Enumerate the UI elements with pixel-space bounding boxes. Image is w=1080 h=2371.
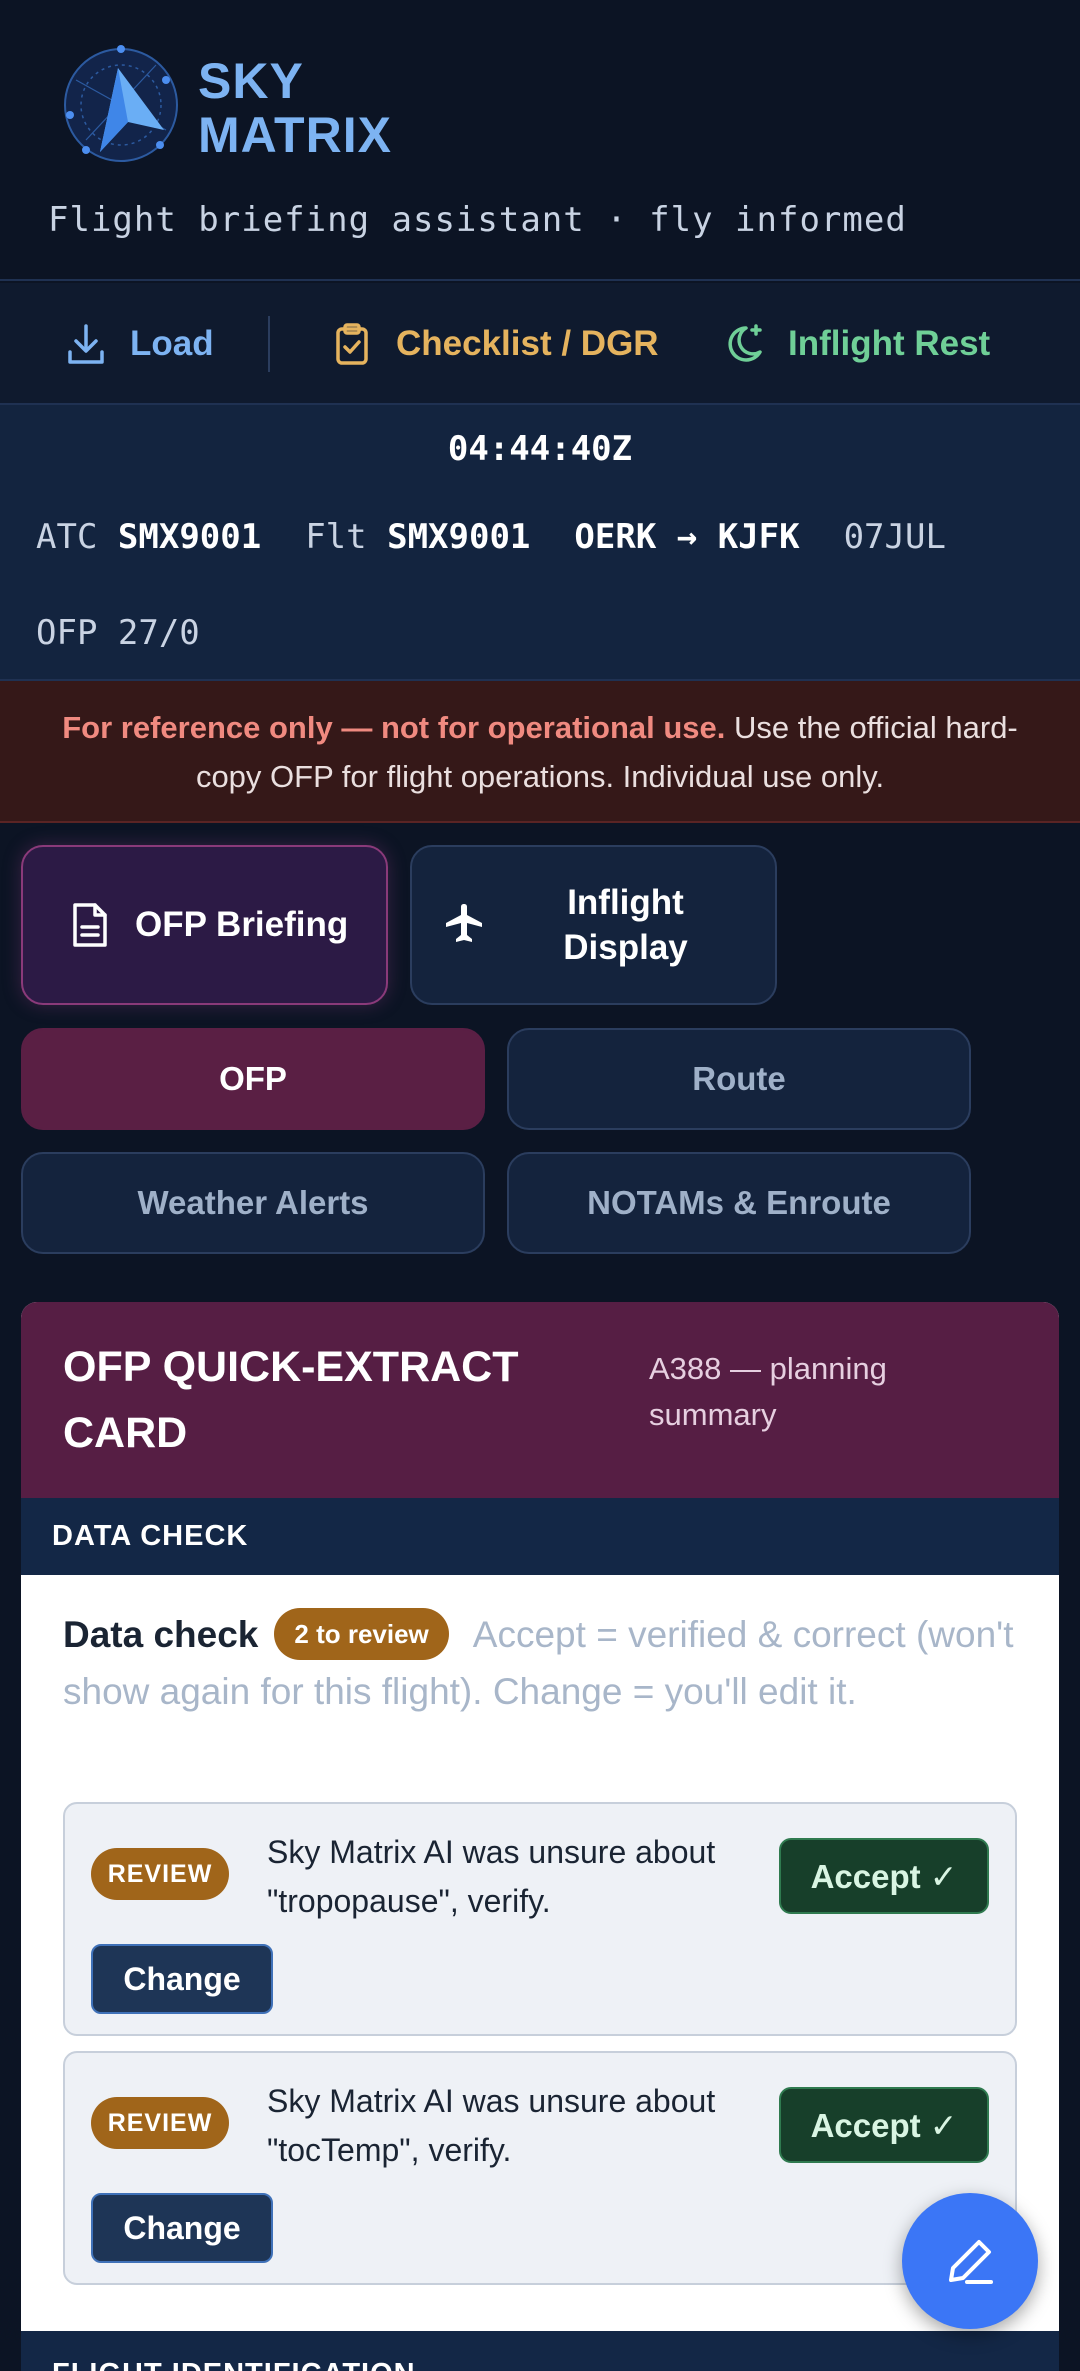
route-pair: OERK → KJFK — [574, 517, 800, 557]
review-item: REVIEW Sky Matrix AI was unsure about "t… — [63, 2051, 1017, 2285]
moon-sparkle-icon — [728, 324, 762, 362]
flight-date: 07JUL — [843, 517, 946, 557]
tab-notams-enroute[interactable]: NOTAMs & Enroute — [507, 1152, 971, 1254]
flight-summary-line: ATC SMX9001 Flt SMX9001 OERK → KJFK 07JUL — [36, 517, 946, 557]
accept-button[interactable]: Accept ✓ — [779, 1838, 989, 1914]
atc-label: ATC — [36, 517, 98, 557]
review-message: Sky Matrix AI was unsure about "tropopau… — [267, 1834, 716, 1919]
airplane-icon — [446, 904, 482, 942]
brand-line-1: SKY — [198, 53, 304, 109]
inflight-rest-label: Inflight Rest — [788, 324, 991, 363]
checklist-dgr-button[interactable]: Checklist / DGR — [332, 283, 659, 405]
change-button[interactable]: Change — [91, 2193, 273, 2263]
ofp-quick-extract-card: OFP QUICK-EXTRACT CARD A388 — planning s… — [21, 1302, 1059, 2371]
card-header: OFP QUICK-EXTRACT CARD A388 — planning s… — [21, 1302, 1059, 1498]
card-subtitle: A388 — planning summary — [649, 1351, 887, 1432]
pencil-icon — [949, 2240, 993, 2284]
load-button[interactable]: Load — [66, 283, 214, 405]
tab-route[interactable]: Route — [507, 1028, 971, 1130]
review-tag: REVIEW — [91, 1848, 229, 1900]
tagline: Flight briefing assistant · fly informed — [48, 200, 907, 240]
flight-info-panel: 04:44:40Z ATC SMX9001 Flt SMX9001 OERK → K… — [0, 405, 1080, 681]
disclaimer-banner: For reference only — not for operational… — [0, 681, 1080, 823]
sky-matrix-logo-icon — [64, 45, 178, 162]
ofp-briefing-label: OFP Briefing — [135, 905, 349, 944]
tab-weather-alerts[interactable]: Weather Alerts — [21, 1152, 485, 1254]
review-count-badge: 2 to review — [274, 1608, 449, 1660]
inflight-rest-button[interactable]: Inflight Rest — [724, 283, 990, 405]
section-header-data-check: DATA CHECK — [21, 1498, 1059, 1575]
section-header-flight-identification: FLIGHT IDENTIFICATION — [21, 2331, 1059, 2371]
brand-line-2: MATRIX — [198, 107, 392, 163]
brand-name: SKY MATRIX — [198, 54, 392, 162]
load-label: Load — [130, 324, 214, 363]
toolbar: Load Checklist / DGR Inflight Rest — [0, 283, 1080, 405]
checklist-label: Checklist / DGR — [396, 324, 659, 363]
flt-label: Flt — [305, 517, 367, 557]
accept-button[interactable]: Accept ✓ — [779, 2087, 989, 2163]
inflight-label-line-2: Display — [563, 928, 688, 967]
data-check-intro: Data check 2 to review Accept = verified &… — [63, 1606, 1023, 1720]
toolbar-divider — [268, 316, 270, 372]
review-tag: REVIEW — [91, 2097, 229, 2149]
ofp-briefing-mode-button[interactable]: OFP Briefing — [21, 845, 388, 1005]
inflight-display-mode-button[interactable]: Inflight Display — [410, 845, 777, 1005]
ofp-version: OFP 27/0 — [36, 613, 200, 653]
review-message: Sky Matrix AI was unsure about "tocTemp"… — [267, 2083, 716, 2168]
document-icon — [73, 903, 107, 947]
atc-callsign: SMX9001 — [117, 517, 262, 557]
data-check-title: Data check — [63, 1614, 259, 1655]
card-title: OFP QUICK-EXTRACT CARD — [63, 1343, 519, 1457]
change-button[interactable]: Change — [91, 1944, 273, 2014]
inflight-display-label: Inflight Display — [486, 880, 775, 970]
download-icon — [68, 324, 104, 364]
flight-number: SMX9001 — [387, 517, 531, 557]
disclaimer-warning: For reference only — not for operational… — [62, 710, 726, 745]
inflight-label-line-1: Inflight — [567, 883, 684, 922]
tab-ofp[interactable]: OFP — [21, 1028, 485, 1130]
review-item: REVIEW Sky Matrix AI was unsure about "t… — [63, 1802, 1017, 2036]
clipboard-check-icon — [336, 323, 368, 365]
edit-fab-button[interactable] — [902, 2193, 1038, 2329]
utc-clock: 04:44:40Z — [447, 429, 633, 469]
app-header: SKY MATRIX Flight briefing assistant · f… — [0, 0, 1080, 281]
